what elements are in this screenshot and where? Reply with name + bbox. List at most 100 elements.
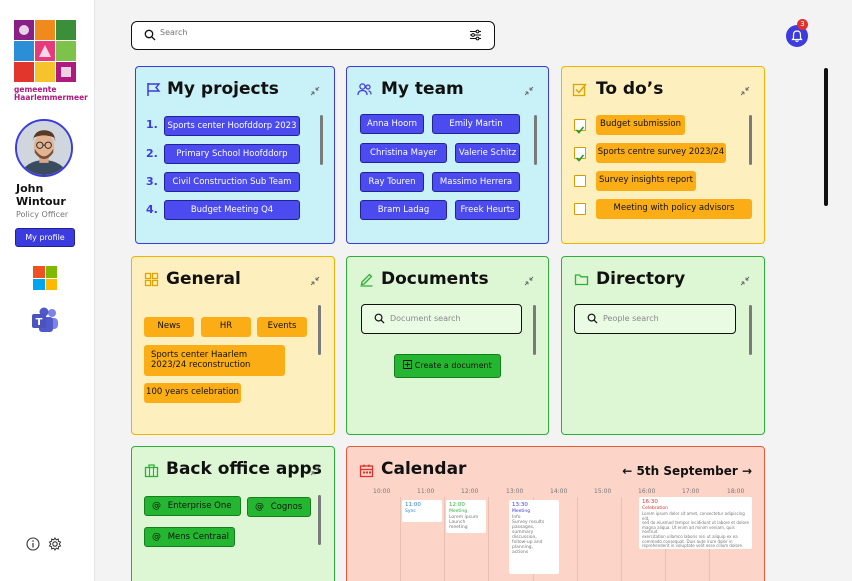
general-tag[interactable]: News — [144, 317, 194, 337]
calendar-event[interactable]: 12:00 Meeting Lorem ipsum Launch meeting — [446, 500, 486, 533]
collapse-icon[interactable] — [740, 86, 750, 96]
calendar-date: 5th September — [636, 464, 738, 478]
collapse-icon[interactable] — [310, 466, 320, 476]
general-tag[interactable]: 100 years celebration — [144, 383, 241, 403]
org-name-line2: Haarlemmermeer — [14, 93, 88, 102]
hour-label: 18:00 — [727, 488, 745, 495]
grid-icon — [144, 272, 159, 287]
microsoft-logo-red — [33, 266, 45, 278]
todo-item[interactable]: Survey insights report — [596, 171, 696, 191]
todo-checkbox[interactable] — [574, 175, 586, 187]
project-item[interactable]: Primary School Hoofddorp — [164, 144, 300, 164]
card-scrollbar[interactable] — [320, 115, 323, 165]
project-item[interactable]: Sports center Hoofddorp 2023 — [164, 116, 300, 136]
card-scrollbar[interactable] — [534, 115, 537, 165]
card-scrollbar[interactable] — [318, 305, 321, 355]
avatar[interactable] — [15, 119, 73, 177]
app-mens-centraal[interactable]: @ Mens Centraal — [144, 527, 235, 547]
municipality-logo[interactable] — [14, 20, 76, 82]
svg-text:T: T — [36, 317, 43, 328]
search-icon — [144, 29, 156, 41]
calendar-event[interactable]: 16:30 Celebration Lorem ipsum dolor sit … — [639, 497, 752, 549]
event-note: Lorem ipsum dolor sit amet, consectetur … — [642, 511, 749, 549]
search-icon — [587, 313, 598, 324]
search-input[interactable] — [160, 28, 440, 37]
general-tag[interactable]: Events — [257, 317, 307, 337]
hour-gridline — [488, 497, 489, 581]
card-title: My projects — [167, 79, 279, 99]
card-title: To do’s — [596, 79, 664, 99]
project-item[interactable]: Budget Meeting Q4 — [164, 200, 300, 220]
hour-label: 13:00 — [506, 488, 524, 495]
collapse-icon[interactable] — [310, 276, 320, 286]
global-search[interactable] — [131, 21, 495, 50]
briefcase-icon — [144, 464, 159, 478]
team-member[interactable]: Christina Mayer — [360, 143, 447, 163]
teams-logo[interactable]: T — [31, 307, 59, 333]
info-icon[interactable] — [26, 537, 40, 551]
todo-checkbox-checked[interactable] — [574, 147, 586, 162]
general-tag[interactable]: HR — [201, 317, 251, 337]
team-member[interactable]: Ray Touren — [360, 172, 424, 192]
card-title: Calendar — [381, 459, 467, 479]
card-scrollbar[interactable] — [749, 115, 752, 165]
project-number: 2. — [146, 147, 158, 160]
my-profile-button[interactable]: My profile — [15, 228, 75, 247]
page-scrollbar[interactable] — [824, 68, 828, 206]
hour-gridline — [400, 497, 401, 581]
team-member[interactable]: Massimo Herrera — [432, 172, 520, 192]
microsoft-logo-green — [45, 266, 57, 278]
folder-icon — [574, 274, 589, 286]
hour-gridline — [577, 497, 578, 581]
next-day-arrow-icon[interactable]: → — [742, 464, 752, 478]
event-note: Info Survey results passages, summary di… — [512, 515, 545, 555]
people-search[interactable]: People search — [574, 304, 736, 334]
user-name: John Wintour — [16, 182, 66, 208]
team-member[interactable]: Freek Heurts — [455, 200, 520, 220]
collapse-icon[interactable] — [524, 86, 534, 96]
todo-item[interactable]: Sports centre survey 2023/24 — [596, 143, 726, 163]
event-label: Sync — [405, 509, 416, 514]
card-scrollbar[interactable] — [749, 305, 752, 355]
calendar-event[interactable]: 13:30 Meeting Info Survey results passag… — [509, 500, 559, 574]
app-label: Cognos — [270, 502, 303, 512]
todo-item[interactable]: Budget submission — [596, 115, 685, 135]
project-item[interactable]: Civil Construction Sub Team — [164, 172, 300, 192]
todo-checkbox[interactable] — [574, 203, 586, 215]
team-member[interactable]: Emily Martin — [432, 114, 520, 134]
team-member[interactable]: Bram Ladag — [360, 200, 447, 220]
general-card: General News HR Events Sports center Haa… — [131, 256, 335, 435]
at-icon: @ — [152, 532, 161, 542]
hour-label: 16:00 — [638, 488, 656, 495]
general-tag[interactable]: Sports center Haarlem 2023/24 reconstruc… — [144, 345, 285, 376]
check-mark-icon — [575, 126, 585, 134]
document-search[interactable]: Document search — [361, 304, 522, 334]
filter-icon[interactable] — [469, 29, 482, 41]
calendar-card: Calendar ← 5th September → 10:00 11:00 1… — [346, 446, 765, 581]
app-enterprise-one[interactable]: @ Enterprise One — [144, 496, 241, 516]
microsoft-logo[interactable] — [33, 266, 57, 290]
project-number: 1. — [146, 118, 158, 131]
team-member[interactable]: Anna Hoorn — [360, 114, 424, 134]
org-name: gemeente Haarlemmermeer — [14, 86, 88, 102]
app-label: Enterprise One — [167, 501, 232, 511]
team-member[interactable]: Valerie Schitz — [455, 143, 520, 163]
app-cognos[interactable]: @ Cognos — [247, 497, 311, 517]
collapse-icon[interactable] — [740, 276, 750, 286]
prev-day-arrow-icon[interactable]: ← — [622, 464, 632, 478]
create-document-button[interactable]: Create a document — [394, 354, 501, 378]
my-projects-card: My projects 1. Sports center Hoofddorp 2… — [135, 66, 335, 244]
todo-item[interactable]: Meeting with policy advisors — [596, 199, 752, 219]
microsoft-logo-blue — [33, 278, 45, 290]
documents-card: Documents Document search Create a docum… — [346, 256, 549, 435]
card-scrollbar[interactable] — [533, 305, 536, 355]
calendar-event[interactable]: 11:00 Sync — [402, 500, 442, 522]
settings-icon[interactable] — [48, 537, 62, 551]
collapse-icon[interactable] — [524, 276, 534, 286]
todo-checkbox-checked[interactable] — [574, 119, 586, 134]
card-scrollbar[interactable] — [318, 495, 321, 545]
people-search-placeholder: People search — [603, 314, 659, 323]
event-time: 13:30 — [512, 502, 528, 508]
collapse-icon[interactable] — [310, 86, 320, 96]
search-icon — [374, 313, 385, 324]
